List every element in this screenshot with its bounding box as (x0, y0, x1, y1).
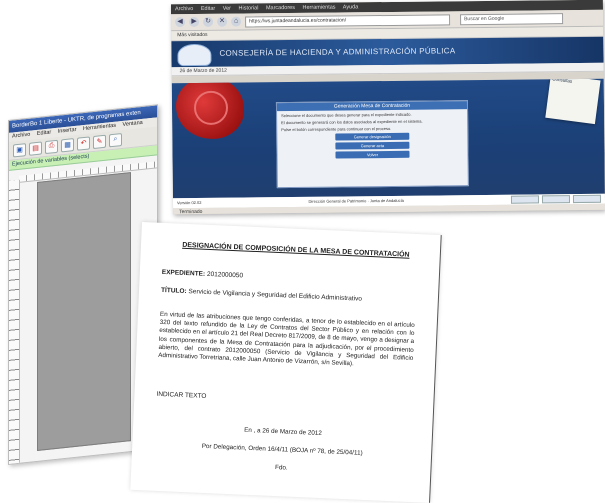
footer-button-2[interactable] (541, 195, 571, 204)
forward-icon[interactable]: ▶ (189, 16, 200, 28)
document-title: DESIGNACIÓN DE COMPOSICIÓN DE LA MESA DE… (182, 241, 410, 259)
menu-archivo[interactable]: Archivo (12, 132, 30, 140)
expediente-row: EXPEDIENTE: 2012000050 (162, 269, 244, 280)
search-input[interactable]: Buscar en Google (460, 12, 564, 25)
titulo-value: Servicio de Vigilancia y Seguridad del E… (188, 288, 363, 303)
placeholder-text: INDICAR TEXTO (156, 390, 207, 400)
expediente-value: 2012000050 (206, 270, 244, 280)
reload-icon[interactable]: ↻ (203, 16, 214, 27)
seal-ring (193, 90, 229, 126)
notepad-label: Consultas (552, 78, 573, 84)
home-icon[interactable]: ⌂ (231, 16, 242, 27)
document-date: En , a 26 de Marzo de 2012 (244, 426, 322, 438)
document-canvas[interactable] (37, 172, 131, 451)
junta-logo-icon (177, 43, 212, 67)
footer-button-1[interactable] (510, 195, 540, 204)
stop-icon[interactable]: ✕ (217, 16, 228, 27)
current-date: 26 de Marzo de 2012 (179, 67, 227, 75)
menu-insertar[interactable]: Insertar (58, 127, 77, 135)
browser-menu-archivo[interactable]: Archivo (175, 6, 193, 12)
undo-icon[interactable]: ↶ (77, 135, 90, 151)
generate-designation-button[interactable]: Generar designación (335, 132, 410, 141)
notepad-icon[interactable]: Consultas (545, 78, 601, 125)
site-brand: CONSEJERÍA DE HACIENDA Y ADMINISTRACIÓN … (219, 46, 456, 58)
menu-editar[interactable]: Editar (37, 129, 51, 137)
browser-menu-marcadores[interactable]: Marcadores (266, 5, 295, 11)
browser-menu-ver[interactable]: Ver (223, 6, 231, 12)
url-input[interactable]: https://ws.juntadeandalucia.es/contratac… (245, 13, 451, 27)
print-icon[interactable]: ⎙ (45, 139, 58, 154)
zoom-icon[interactable]: ⌕ (109, 132, 122, 147)
brush-icon[interactable]: ✎ (93, 134, 106, 149)
expediente-label: EXPEDIENTE: (161, 268, 206, 278)
browser-window: Archivo Editar Ver Historial Marcadores … (170, 0, 605, 215)
browser-menu-editar[interactable]: Editar (201, 6, 215, 12)
menu-ventana[interactable]: Ventana (123, 120, 143, 128)
page-content: Consultas Generación Mesa de Contratació… (171, 78, 605, 199)
titulo-label: TÍTULO: (160, 286, 187, 296)
wax-seal-icon (175, 78, 245, 140)
titulo-row: TÍTULO: Servicio de Vigilancia y Segurid… (161, 287, 362, 303)
dialog-text-3: Pulse el botón correspondiente para cont… (281, 125, 392, 133)
generate-act-button[interactable]: Generar acta (335, 141, 410, 150)
document-delegation: Por Delegación, Orden 16/4/11 (BOJA nº 7… (201, 442, 363, 457)
menu-herramientas[interactable]: Herramientas (83, 123, 116, 132)
browser-menu-ayuda[interactable]: Ayuda (343, 4, 359, 10)
dialog-text-2: El documento se generará con los datos a… (281, 118, 423, 126)
dialog-header: Generación Mesa de Contratación (276, 101, 468, 112)
browser-menu-herramientas[interactable]: Herramientas (302, 5, 335, 11)
back-icon[interactable]: ◀ (175, 17, 186, 28)
footer-version: Versión 02.02 (176, 199, 202, 206)
browser-menu-historial[interactable]: Historial (239, 5, 259, 11)
printed-document: DESIGNACIÓN DE COMPOSICIÓN DE LA MESA DE… (130, 222, 442, 503)
save-icon[interactable]: ▣ (13, 142, 26, 157)
dialog-text-1: Seleccione el documento que desea genera… (281, 111, 412, 119)
vertical-ruler (9, 179, 20, 464)
table-icon[interactable]: ▦ (61, 137, 74, 152)
footer-button-3[interactable] (572, 194, 601, 204)
document-body: En virtud de las atribuciones que tengo … (158, 310, 415, 368)
back-button[interactable]: Volver (335, 150, 410, 159)
generation-dialog: Generación Mesa de Contratación Seleccio… (275, 100, 469, 189)
document-signature: Fdo. (274, 464, 288, 472)
pdf-icon[interactable]: ▤ (29, 140, 42, 156)
